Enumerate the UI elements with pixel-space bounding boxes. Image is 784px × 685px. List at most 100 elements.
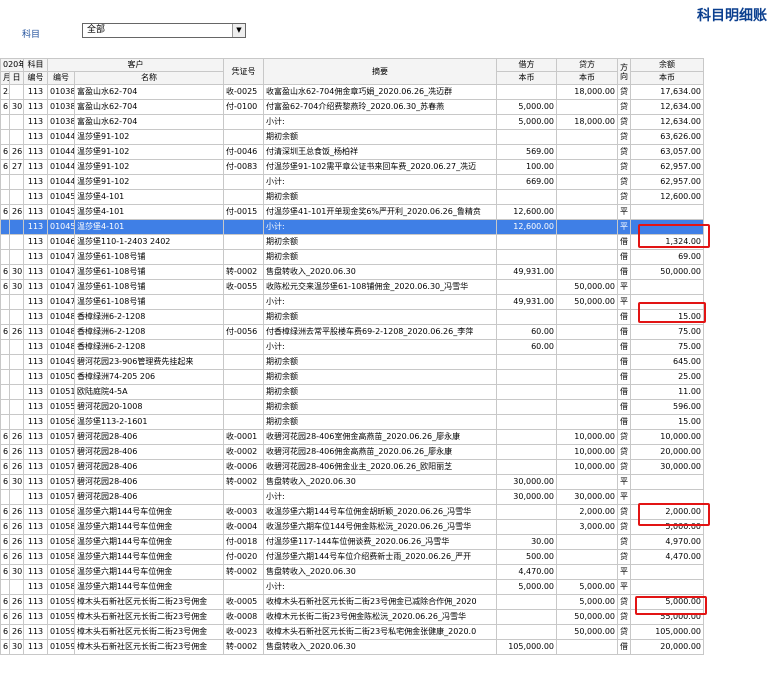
table-row[interactable]: 113 01056 温莎堡113-2-1601 期初余额 借 15.00: [0, 414, 704, 430]
cell-day: [9, 249, 24, 265]
table-row[interactable]: 113 01046 温莎堡110-1-2403 2402 期初余额借 1,324.00: [0, 234, 704, 250]
table-row[interactable]: 6 30 113 01059 樟木头石新社区元长街二街23号佣金 转-0002 售盘转收入_…: [0, 639, 704, 655]
table-row[interactable]: 6 30 113 01058 温莎堡六期144号车位佣金 转-0002 售盘转收入_2020…: [0, 564, 704, 580]
table-row[interactable]: 6 26 113 01057 碧河花园28-406 收-0001 收碧河花园28-406室佣…: [0, 429, 704, 445]
cell-direction: 贷: [617, 504, 631, 520]
chevron-down-icon[interactable]: ▼: [232, 24, 245, 37]
table-row[interactable]: 6 30 113 01057 碧河花园28-406 转-0002 售盘转收入_2020.06…: [0, 474, 704, 490]
highlight-box: [638, 302, 706, 323]
cell-cust-no: 01047: [47, 279, 75, 295]
cell-direction: 贷: [617, 129, 631, 145]
cell-summary: 付温莎堡91-102需平章公证书来回车费_2020.06.27_冼迈: [263, 159, 497, 175]
cell-balance: 20,000.00: [630, 444, 704, 460]
table-row[interactable]: 113 01047 温莎堡61-108号铺 小计: 49,931.00 50,000.00…: [0, 294, 704, 310]
cell-cust-name: 香樟绿洲6-2-1208: [74, 339, 224, 355]
table-row[interactable]: 113 01051 欧陆庭院4-5A 期初余额 借 11.00: [0, 384, 704, 400]
cell-subject-no: 113: [23, 459, 48, 475]
cell-summary: 付富盈62-704介绍费黎燕玲_2020.06.30_苏春燕: [263, 99, 497, 115]
cell-cust-name: 富盈山水62-704: [74, 84, 224, 100]
cell-month: [0, 489, 10, 505]
cell-month: 25: [0, 84, 10, 100]
table-row[interactable]: 113 01047 温莎堡61-108号铺 期初余额 借 69.00: [0, 249, 704, 265]
table-row[interactable]: 6 26 113 01058 温莎堡六期144号车位佣金 收-0004 收温莎堡六期车位14…: [0, 519, 704, 535]
cell-cust-no: 01044: [47, 174, 75, 190]
cell-credit: 50,000.00: [556, 294, 618, 310]
cell-cust-name: 碧河花园28-406: [74, 459, 224, 475]
table-row[interactable]: 6 26 113 01059 樟木头石新社区元长街二街23号佣金 收-0008 收樟木元长街…: [0, 609, 704, 625]
table-row[interactable]: 113 01048 香樟绿洲6-2-1208 小计: 60.00 借 75.00: [0, 339, 704, 355]
table-row[interactable]: 6 26 113 01045 温莎堡4-101 付-0015 付温莎堡41-101开单现金奖…: [0, 204, 704, 220]
subject-select[interactable]: 全部 ▼: [82, 23, 246, 38]
table-row[interactable]: 6 26 113 01059 樟木头石新社区元长街二街23号佣金 收-0005 收樟木头石新…: [0, 594, 704, 610]
cell-month: 6: [0, 534, 10, 550]
cell-voucher: [223, 234, 264, 250]
table-row[interactable]: 6 30 113 01038 富盈山水62-704 付-0100 付富盈62-704介绍费黎…: [0, 99, 704, 115]
col-year: 020年: [0, 58, 24, 72]
cell-direction: 平: [617, 204, 631, 220]
table-row[interactable]: 113 01045 温莎堡4-101 小计: 12,600.00 平: [0, 219, 704, 235]
col-subject: 科目: [23, 58, 48, 72]
cell-cust-no: 01057: [47, 429, 75, 445]
cell-debit: [496, 519, 557, 535]
cell-voucher: 收-0006: [223, 459, 264, 475]
cell-balance: 25.00: [630, 369, 704, 385]
cell-voucher: [223, 309, 264, 325]
table-row[interactable]: 6 30 113 01047 温莎堡61-108号铺 转-0002 售盘转收入_2020.0…: [0, 264, 704, 280]
cell-direction: 贷: [617, 159, 631, 175]
table-row[interactable]: 113 01044 温莎堡91-102 小计: 669.00 贷 62,957.00: [0, 174, 704, 190]
cell-credit: [556, 369, 618, 385]
cell-summary: 收碧河花园28-406佣金业主_2020.06.26_欧阳丽芝: [263, 459, 497, 475]
table-row[interactable]: 6 26 113 01058 温莎堡六期144号车位佣金 付-0020 付温莎堡六期144号…: [0, 549, 704, 565]
cell-voucher: 收-0001: [223, 429, 264, 445]
cell-direction: 贷: [617, 174, 631, 190]
cell-cust-no: 01058: [47, 549, 75, 565]
cell-day: [9, 129, 24, 145]
table-row[interactable]: 6 30 113 01047 温莎堡61-108号铺 收-0055 收陈松元交来温莎堡61-…: [0, 279, 704, 295]
toolbar-area: 科目明细账 科目 全部 ▼: [0, 0, 784, 58]
table-row[interactable]: 113 01049 碧河花园23-906管理费先挂起来 期初余额 借 645.00: [0, 354, 704, 370]
cell-day: [9, 579, 24, 595]
table-row[interactable]: 6 27 113 01044 温莎堡91-102 付-0083 付温莎堡91-102需平章公…: [0, 159, 704, 175]
cell-voucher: [223, 579, 264, 595]
cell-credit: 50,000.00: [556, 279, 618, 295]
table-row[interactable]: 113 01055 碧河花园20-1008 期初余额 借 596.00: [0, 399, 704, 415]
table-row[interactable]: 113 01048 香樟绿洲6-2-1208 期初余额借 15.00: [0, 309, 704, 325]
cell-cust-name: 香樟绿洲74-205 206: [74, 369, 224, 385]
table-row[interactable]: 113 01045 温莎堡4-101 期初余额 贷 12,600.00: [0, 189, 704, 205]
cell-summary: 付温莎堡六期144号车位介绍费新士雨_2020.06.26_严开: [263, 549, 497, 565]
cell-day: [9, 84, 24, 100]
table-row[interactable]: 6 26 113 01044 温莎堡91-102 付-0046 付清深圳王总食饭_杨柏祥 56…: [0, 144, 704, 160]
table-row[interactable]: 6 26 113 01058 温莎堡六期144号车位佣金 付-0018 付温莎堡117-14…: [0, 534, 704, 550]
cell-balance: 4,470.00: [630, 549, 704, 565]
cell-cust-name: 碧河花园23-906管理费先挂起来: [74, 354, 224, 370]
cell-cust-name: 碧河花园20-1008: [74, 399, 224, 415]
cell-subject-no: 113: [23, 174, 48, 190]
table-row[interactable]: 6 26 113 01059 樟木头石新社区元长街二街23号佣金 收-0023 收樟木头石新…: [0, 624, 704, 640]
table-row[interactable]: 113 01050 香樟绿洲74-205 206 期初余额 借 25.00: [0, 369, 704, 385]
table-row[interactable]: 113 01057 碧河花园28-406 小计: 30,000.00 30,000.00 平: [0, 489, 704, 505]
table-row[interactable]: 113 01058 温莎堡六期144号车位佣金 小计: 5,000.00 5,000.00…: [0, 579, 704, 595]
cell-subject-no: 113: [23, 564, 48, 580]
table-row[interactable]: 113 01038 富盈山水62-704 小计: 5,000.00 18,000.00 贷 1…: [0, 114, 704, 130]
table-row[interactable]: 6 26 113 01058 温莎堡六期144号车位佣金 收-0003 收温莎堡六期144号…: [0, 504, 704, 520]
cell-voucher: 收-0004: [223, 519, 264, 535]
cell-day: [9, 174, 24, 190]
table-row[interactable]: 6 26 113 01048 香樟绿洲6-2-1208 付-0056 付香樟绿洲去常平股楼车…: [0, 324, 704, 340]
table-row[interactable]: 6 26 113 01057 碧河花园28-406 收-0006 收碧河花园28-406佣金…: [0, 459, 704, 475]
cell-day: 26: [9, 459, 24, 475]
cell-summary: 售盘转收入_2020.06.30: [263, 474, 497, 490]
cell-cust-no: 01058: [47, 579, 75, 595]
cell-debit: 49,931.00: [496, 264, 557, 280]
cell-subject-no: 113: [23, 84, 48, 100]
table-row[interactable]: 25 11301038富盈山水62-704收-0025收富盈山水62-704佣金章…: [0, 84, 704, 100]
cell-balance: 62,957.00: [630, 159, 704, 175]
subject-label: 科目: [22, 30, 41, 40]
cell-day: [9, 309, 24, 325]
cell-voucher: [223, 219, 264, 235]
cell-day: 26: [9, 609, 24, 625]
cell-month: 6: [0, 474, 10, 490]
table-row[interactable]: 113 01044 温莎堡91-102 期初余额 贷 63,626.00: [0, 129, 704, 145]
table-row[interactable]: 6 26 113 01057 碧河花园28-406 收-0002 收碧河花园28-406佣金…: [0, 444, 704, 460]
cell-subject-no: 113: [23, 489, 48, 505]
cell-month: [0, 294, 10, 310]
